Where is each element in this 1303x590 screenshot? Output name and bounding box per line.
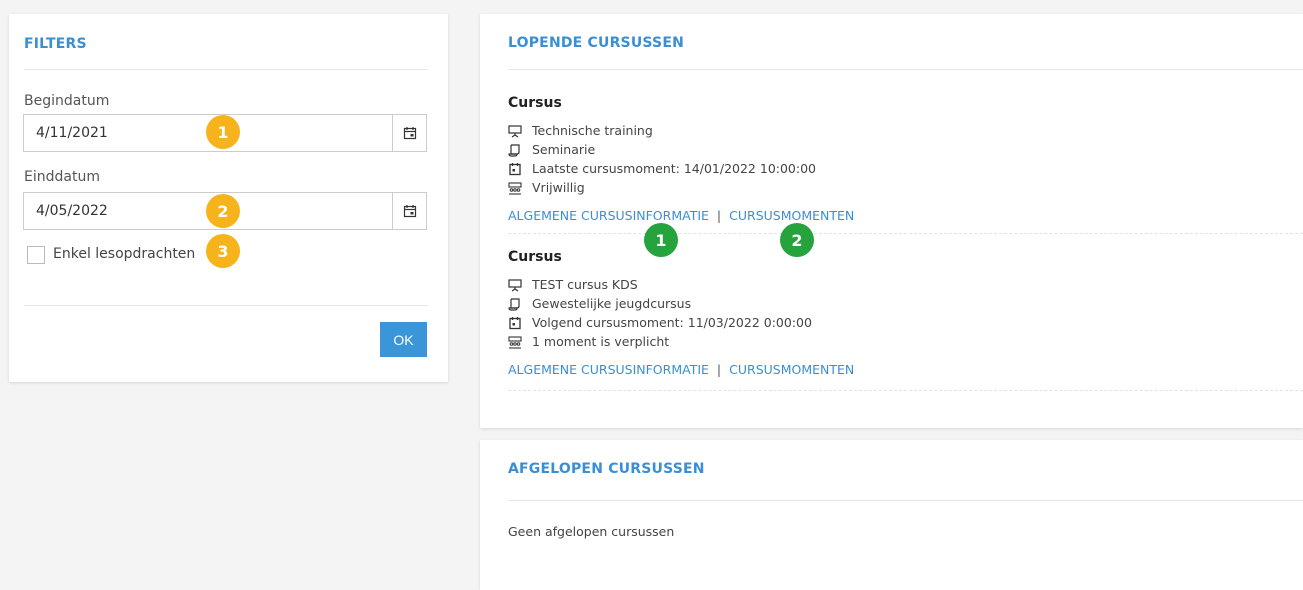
begin-date-value: 4/11/2021 xyxy=(36,125,108,141)
link-separator: | xyxy=(716,208,722,223)
calendar-icon[interactable] xyxy=(392,115,426,151)
afgelopen-title: AFGELOPEN CURSUSSEN xyxy=(508,461,705,477)
course-name: Technische training xyxy=(532,123,653,138)
callout-badge-3: 3 xyxy=(206,234,240,268)
empty-message: Geen afgelopen cursussen xyxy=(508,524,675,539)
callout-badge-2: 2 xyxy=(206,194,240,228)
course-separator xyxy=(508,390,1303,391)
algemene-cursusinformatie-link[interactable]: ALGEMENE CURSUSINFORMATIE xyxy=(508,208,709,223)
cursusmomenten-link[interactable]: CURSUSMOMENTEN xyxy=(729,208,854,223)
course-type-row: Seminarie xyxy=(508,142,595,157)
course-name: TEST cursus KDS xyxy=(532,277,638,292)
group-icon xyxy=(508,181,522,195)
course-moment-row: Laatste cursusmoment: 14/01/2022 10:00:0… xyxy=(508,161,816,176)
scroll-icon xyxy=(508,297,522,311)
filters-title: FILTERS xyxy=(24,36,87,52)
course-heading: Cursus xyxy=(508,95,562,111)
group-icon xyxy=(508,335,522,349)
course-moment-row: Volgend cursusmoment: 11/03/2022 0:00:00 xyxy=(508,315,812,330)
course-type-row: Gewestelijke jeugdcursus xyxy=(508,296,691,311)
callout-badge-1: 1 xyxy=(644,223,678,257)
course-type: Seminarie xyxy=(532,142,596,157)
filters-panel: FILTERS Begindatum 4/11/2021 Einddatum 4… xyxy=(9,14,448,382)
begin-date-label: Begindatum xyxy=(24,93,110,109)
course-name-row: Technische training xyxy=(508,123,653,138)
lesopdrachten-checkbox[interactable] xyxy=(27,246,45,264)
lesopdrachten-label: Enkel lesopdrachten xyxy=(53,246,196,262)
calendar-icon[interactable] xyxy=(392,193,426,229)
end-date-value: 4/05/2022 xyxy=(36,203,108,219)
lopende-cursussen-panel: LOPENDE CURSUSSEN Cursus Technische trai… xyxy=(480,14,1303,428)
presentation-icon xyxy=(508,278,522,292)
course-type: Gewestelijke jeugdcursus xyxy=(532,296,692,311)
course-heading: Cursus xyxy=(508,249,562,265)
end-date-label: Einddatum xyxy=(24,169,100,185)
course-links: ALGEMENE CURSUSINFORMATIE | CURSUSMOMENTEN xyxy=(508,208,854,223)
presentation-icon xyxy=(508,124,522,138)
ok-button[interactable]: OK xyxy=(380,322,427,357)
course-attendance: Vrijwillig xyxy=(532,180,585,195)
callout-badge-2: 2 xyxy=(780,223,814,257)
course-attendance: 1 moment is verplicht xyxy=(532,334,670,349)
divider xyxy=(24,69,428,70)
course-links: ALGEMENE CURSUSINFORMATIE | CURSUSMOMENTEN xyxy=(508,362,854,377)
course-moment: Laatste cursusmoment: 14/01/2022 10:00:0… xyxy=(532,161,817,176)
scroll-icon xyxy=(508,143,522,157)
course-name-row: TEST cursus KDS xyxy=(508,277,638,292)
course-attendance-row: Vrijwillig xyxy=(508,180,585,195)
afgelopen-cursussen-panel: AFGELOPEN CURSUSSEN Geen afgelopen cursu… xyxy=(480,440,1303,590)
lopende-title: LOPENDE CURSUSSEN xyxy=(508,35,685,51)
cursusmomenten-link[interactable]: CURSUSMOMENTEN xyxy=(729,362,854,377)
calendar-icon xyxy=(508,316,522,330)
algemene-cursusinformatie-link[interactable]: ALGEMENE CURSUSINFORMATIE xyxy=(508,362,709,377)
course-moment: Volgend cursusmoment: 11/03/2022 0:00:00 xyxy=(532,315,812,330)
divider xyxy=(24,305,428,306)
calendar-icon xyxy=(508,162,522,176)
callout-badge-1: 1 xyxy=(206,115,240,149)
link-separator: | xyxy=(716,362,722,377)
course-attendance-row: 1 moment is verplicht xyxy=(508,334,669,349)
divider xyxy=(508,69,1303,70)
divider xyxy=(508,500,1303,501)
course-separator xyxy=(508,233,1303,234)
